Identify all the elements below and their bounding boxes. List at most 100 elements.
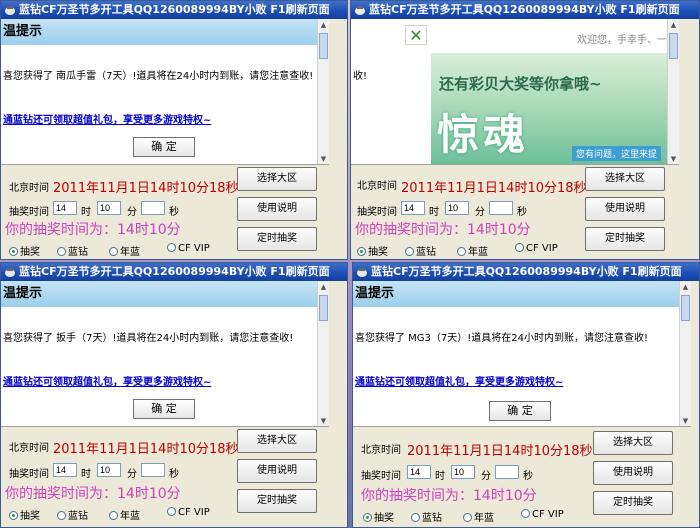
radio-lottery[interactable]: 抽奖 (357, 243, 388, 258)
draw-time-label: 抽奖时间 (9, 207, 49, 218)
radio-blue-diamond[interactable]: 蓝钻 (411, 509, 442, 524)
scroll-thumb[interactable] (669, 33, 678, 59)
vertical-scrollbar[interactable]: ▲ ▼ (667, 19, 679, 164)
minute-input[interactable] (451, 465, 475, 479)
radio-cf-vip[interactable]: CF VIP (521, 509, 564, 520)
scroll-down-icon[interactable]: ▼ (680, 415, 691, 426)
instructions-button[interactable]: 使用说明 (237, 197, 317, 221)
title-bar[interactable]: 蓝钻CF万圣节多开工具QQ1260089994BY小败 F1刷新页面 (353, 263, 699, 281)
scroll-up-icon[interactable]: ▲ (318, 281, 329, 293)
embedded-browser[interactable]: 温提示 喜您获得了 南瓜手雷（7天）!道具将在24小时内到账，请您注意查收! 通… (1, 19, 329, 165)
radio-blue-diamond[interactable]: 蓝钻 (57, 243, 88, 258)
radio-unchecked-icon (515, 243, 524, 252)
scroll-down-icon[interactable]: ▼ (318, 415, 329, 426)
radio-annual-blue[interactable]: 年蓝 (109, 243, 140, 258)
minute-unit: 分 (127, 207, 137, 218)
radio-unchecked-icon (57, 511, 66, 520)
radio-cf-vip[interactable]: CF VIP (167, 243, 210, 254)
embedded-browser[interactable]: 温提示 喜您获得了 扳手（7天）!道具将在24小时内到账，请您注意查收! 通蓝钻… (1, 281, 329, 427)
timed-draw-button[interactable]: 定时抽奖 (237, 227, 317, 251)
scroll-down-icon[interactable]: ▼ (668, 153, 679, 164)
beijing-time-label: 北京时间 (361, 445, 401, 456)
scroll-down-icon[interactable]: ▼ (318, 153, 329, 164)
hour-unit: 时 (429, 207, 439, 218)
scroll-up-icon[interactable]: ▲ (318, 19, 329, 31)
beijing-time-value: 2011年11月1日14时10分18秒 (53, 442, 239, 457)
radio-lottery[interactable]: 抽奖 (9, 243, 40, 258)
banner-help-link[interactable]: 您有问题，这里来提 (571, 146, 661, 161)
window-title: 蓝钻CF万圣节多开工具QQ1260089994BY小败 F1刷新页面 (19, 265, 330, 278)
hour-input[interactable] (407, 465, 431, 479)
hour-unit: 时 (435, 471, 445, 482)
scroll-thumb[interactable] (319, 33, 328, 59)
second-input[interactable] (489, 201, 513, 215)
app-icon (357, 268, 367, 277)
confirm-button[interactable]: 确 定 (489, 401, 551, 421)
radio-annual-blue[interactable]: 年蓝 (109, 507, 140, 522)
radio-lottery[interactable]: 抽奖 (9, 507, 40, 522)
radio-unchecked-icon (109, 511, 118, 520)
instructions-button[interactable]: 使用说明 (237, 459, 317, 483)
embedded-browser[interactable]: 收! 还有彩贝大奖等你拿哦~ 惊魂 您有问题，这里来提 ✕ 欢迎您，手幸手、一 … (351, 19, 679, 165)
vertical-scrollbar[interactable]: ▲ ▼ (317, 281, 329, 426)
scheduled-draw-time: 你的抽奖时间为：14时10分 (355, 222, 531, 238)
beijing-time-value: 2011年11月1日14时10分18秒 (407, 444, 593, 459)
title-bar[interactable]: 蓝钻CF万圣节多开工具QQ1260089994BY小败 F1刷新页面 (1, 263, 347, 281)
hour-input[interactable] (53, 463, 77, 477)
blue-diamond-link[interactable]: 通蓝钻还可领取超值礼包，享受更多游戏特权~ (3, 373, 211, 388)
second-input[interactable] (141, 201, 165, 215)
blue-diamond-link[interactable]: 通蓝钻还可领取超值礼包，享受更多游戏特权~ (355, 373, 563, 388)
minute-input[interactable] (97, 463, 121, 477)
radio-blue-diamond[interactable]: 蓝钻 (405, 243, 436, 258)
radio-cf-vip[interactable]: CF VIP (515, 243, 558, 254)
select-region-button[interactable]: 选择大区 (585, 167, 665, 191)
instructions-button[interactable]: 使用说明 (585, 197, 665, 221)
ad-banner[interactable]: 还有彩贝大奖等你拿哦~ 惊魂 您有问题，这里来提 (431, 53, 667, 164)
scheduled-draw-time: 你的抽奖时间为：14时10分 (5, 222, 181, 238)
timed-draw-button[interactable]: 定时抽奖 (585, 227, 665, 251)
radio-unchecked-icon (167, 243, 176, 252)
blue-diamond-link[interactable]: 通蓝钻还可领取超值礼包，享受更多游戏特权~ (3, 111, 211, 126)
select-region-button[interactable]: 选择大区 (237, 429, 317, 453)
draw-time-label: 抽奖时间 (361, 471, 401, 482)
scroll-up-icon[interactable]: ▲ (680, 281, 691, 293)
vertical-scrollbar[interactable]: ▲ ▼ (317, 19, 329, 164)
scroll-thumb[interactable] (319, 295, 328, 321)
radio-annual-blue[interactable]: 年蓝 (457, 243, 488, 258)
minute-input[interactable] (445, 201, 469, 215)
select-region-button[interactable]: 选择大区 (237, 167, 317, 191)
title-bar[interactable]: 蓝钻CF万圣节多开工具QQ1260089994BY小败 F1刷新页面 (1, 1, 347, 19)
scheduled-draw-time: 你的抽奖时间为：14时10分 (5, 486, 181, 502)
hour-unit: 时 (81, 469, 91, 480)
second-input[interactable] (141, 463, 165, 477)
control-panel: 北京时间 2011年11月1日14时10分18秒 抽奖时间 时 分 秒 你的抽奖… (1, 427, 347, 523)
vertical-scrollbar[interactable]: ▲ ▼ (679, 281, 691, 426)
tool-window-3: 蓝钻CF万圣节多开工具QQ1260089994BY小败 F1刷新页面 温提示 喜… (0, 262, 348, 528)
hour-input[interactable] (53, 201, 77, 215)
radio-cf-vip[interactable]: CF VIP (167, 507, 210, 518)
radio-lottery[interactable]: 抽奖 (363, 509, 394, 524)
radio-checked-icon (9, 247, 18, 256)
radio-annual-blue[interactable]: 年蓝 (463, 509, 494, 524)
title-bar[interactable]: 蓝钻CF万圣节多开工具QQ1260089994BY小败 F1刷新页面 (351, 1, 699, 19)
tool-window-1: 蓝钻CF万圣节多开工具QQ1260089994BY小败 F1刷新页面 温提示 喜… (0, 0, 348, 260)
confirm-button[interactable]: 确 定 (133, 399, 195, 419)
scroll-up-icon[interactable]: ▲ (668, 19, 679, 31)
radio-blue-diamond[interactable]: 蓝钻 (57, 507, 88, 522)
close-icon[interactable]: ✕ (405, 25, 427, 45)
hour-unit: 时 (81, 207, 91, 218)
tool-window-2: 蓝钻CF万圣节多开工具QQ1260089994BY小败 F1刷新页面 收! 还有… (350, 0, 700, 260)
prompt-header: 温提示 (1, 281, 317, 307)
instructions-button[interactable]: 使用说明 (593, 461, 673, 485)
window-title: 蓝钻CF万圣节多开工具QQ1260089994BY小败 F1刷新页面 (19, 3, 330, 16)
minute-input[interactable] (97, 201, 121, 215)
hour-input[interactable] (401, 201, 425, 215)
timed-draw-button[interactable]: 定时抽奖 (593, 491, 673, 515)
radio-unchecked-icon (463, 513, 472, 522)
confirm-button[interactable]: 确 定 (133, 137, 195, 157)
timed-draw-button[interactable]: 定时抽奖 (237, 489, 317, 513)
embedded-browser[interactable]: 温提示 喜您获得了 MG3（7天）!道具将在24小时内到账，请您注意查收! 通蓝… (353, 281, 691, 427)
scroll-thumb[interactable] (681, 295, 690, 321)
select-region-button[interactable]: 选择大区 (593, 431, 673, 455)
second-input[interactable] (495, 465, 519, 479)
